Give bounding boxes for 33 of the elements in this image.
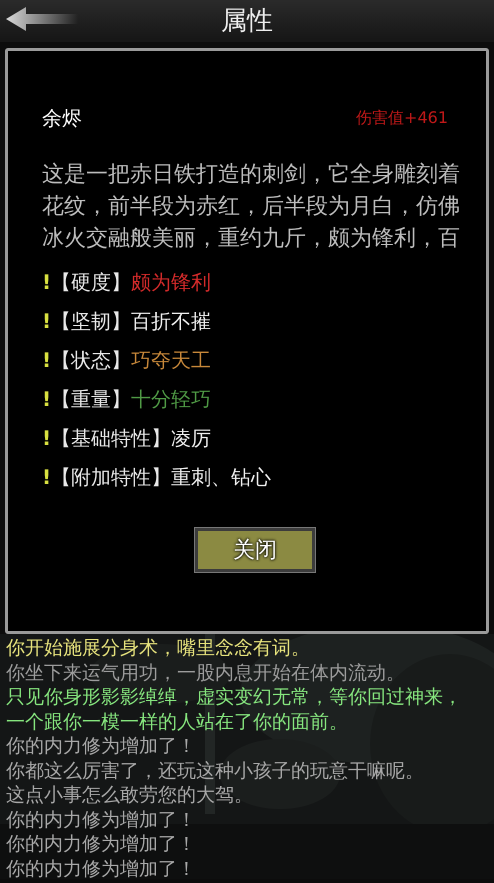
attribute-value: 重刺、钻心 (171, 464, 272, 490)
log-message: 你的内力修为增加了！ (6, 808, 197, 832)
exclamation-mark: ! (42, 269, 52, 295)
attribute-value: 十分轻巧 (131, 386, 212, 412)
exclamation-mark: ! (42, 464, 52, 490)
log-message: 你的内力修为增加了！ (6, 734, 197, 758)
attribute-label: 【硬度】 (51, 269, 132, 295)
exclamation-mark: ! (42, 347, 52, 373)
damage-value: 伤害值+461 (356, 107, 448, 129)
exclamation-mark: ! (42, 308, 52, 334)
log-message: 你的内力修为增加了！ (6, 856, 197, 881)
attribute-value: 巧夺天工 (131, 347, 212, 373)
attribute-value: 凌厉 (171, 425, 212, 451)
log-message: 只见你身形影影绰绰，虚实变幻无常，等你回过神来，一个跟你一模一样的人站在了你的面前。 (6, 685, 463, 734)
exclamation-mark: ! (42, 386, 52, 412)
log-message: 你开始施展分身术，嘴里念念有词。 (6, 636, 311, 660)
attribute-value: 百折不摧 (131, 308, 212, 334)
exclamation-mark: ! (42, 425, 52, 451)
page-title: 属性 (221, 8, 273, 34)
close-button[interactable]: 关闭 (195, 528, 315, 572)
log-message: 这点小事怎么敢劳您的大驾。 (6, 783, 254, 808)
log-message: 你坐下来运气用功，一股内息开始在体内流动。 (6, 660, 406, 685)
log-message: 你都这么厉害了，还玩这种小孩子的玩意干嘛呢。 (6, 758, 425, 783)
attribute-value: 颇为锋利 (131, 269, 212, 295)
attribute-label: 【附加特性】 (51, 464, 172, 490)
attribute-label: 【基础特性】 (51, 425, 172, 451)
back-arrow-icon (4, 6, 78, 32)
attribute-label: 【重量】 (51, 386, 132, 412)
attribute-label: 【坚韧】 (51, 308, 132, 334)
item-name: 余烬 (42, 105, 82, 132)
item-description: 这是一把赤日铁打造的刺剑，它全身雕刻着花纹，前半段为赤红，后半段为月白，仿佛冰火交融般美丽，重约九斤，颇为锋利，百 (42, 161, 461, 253)
log-message: 你的内力修为增加了！ (6, 832, 197, 856)
attribute-label: 【状态】 (51, 347, 132, 373)
